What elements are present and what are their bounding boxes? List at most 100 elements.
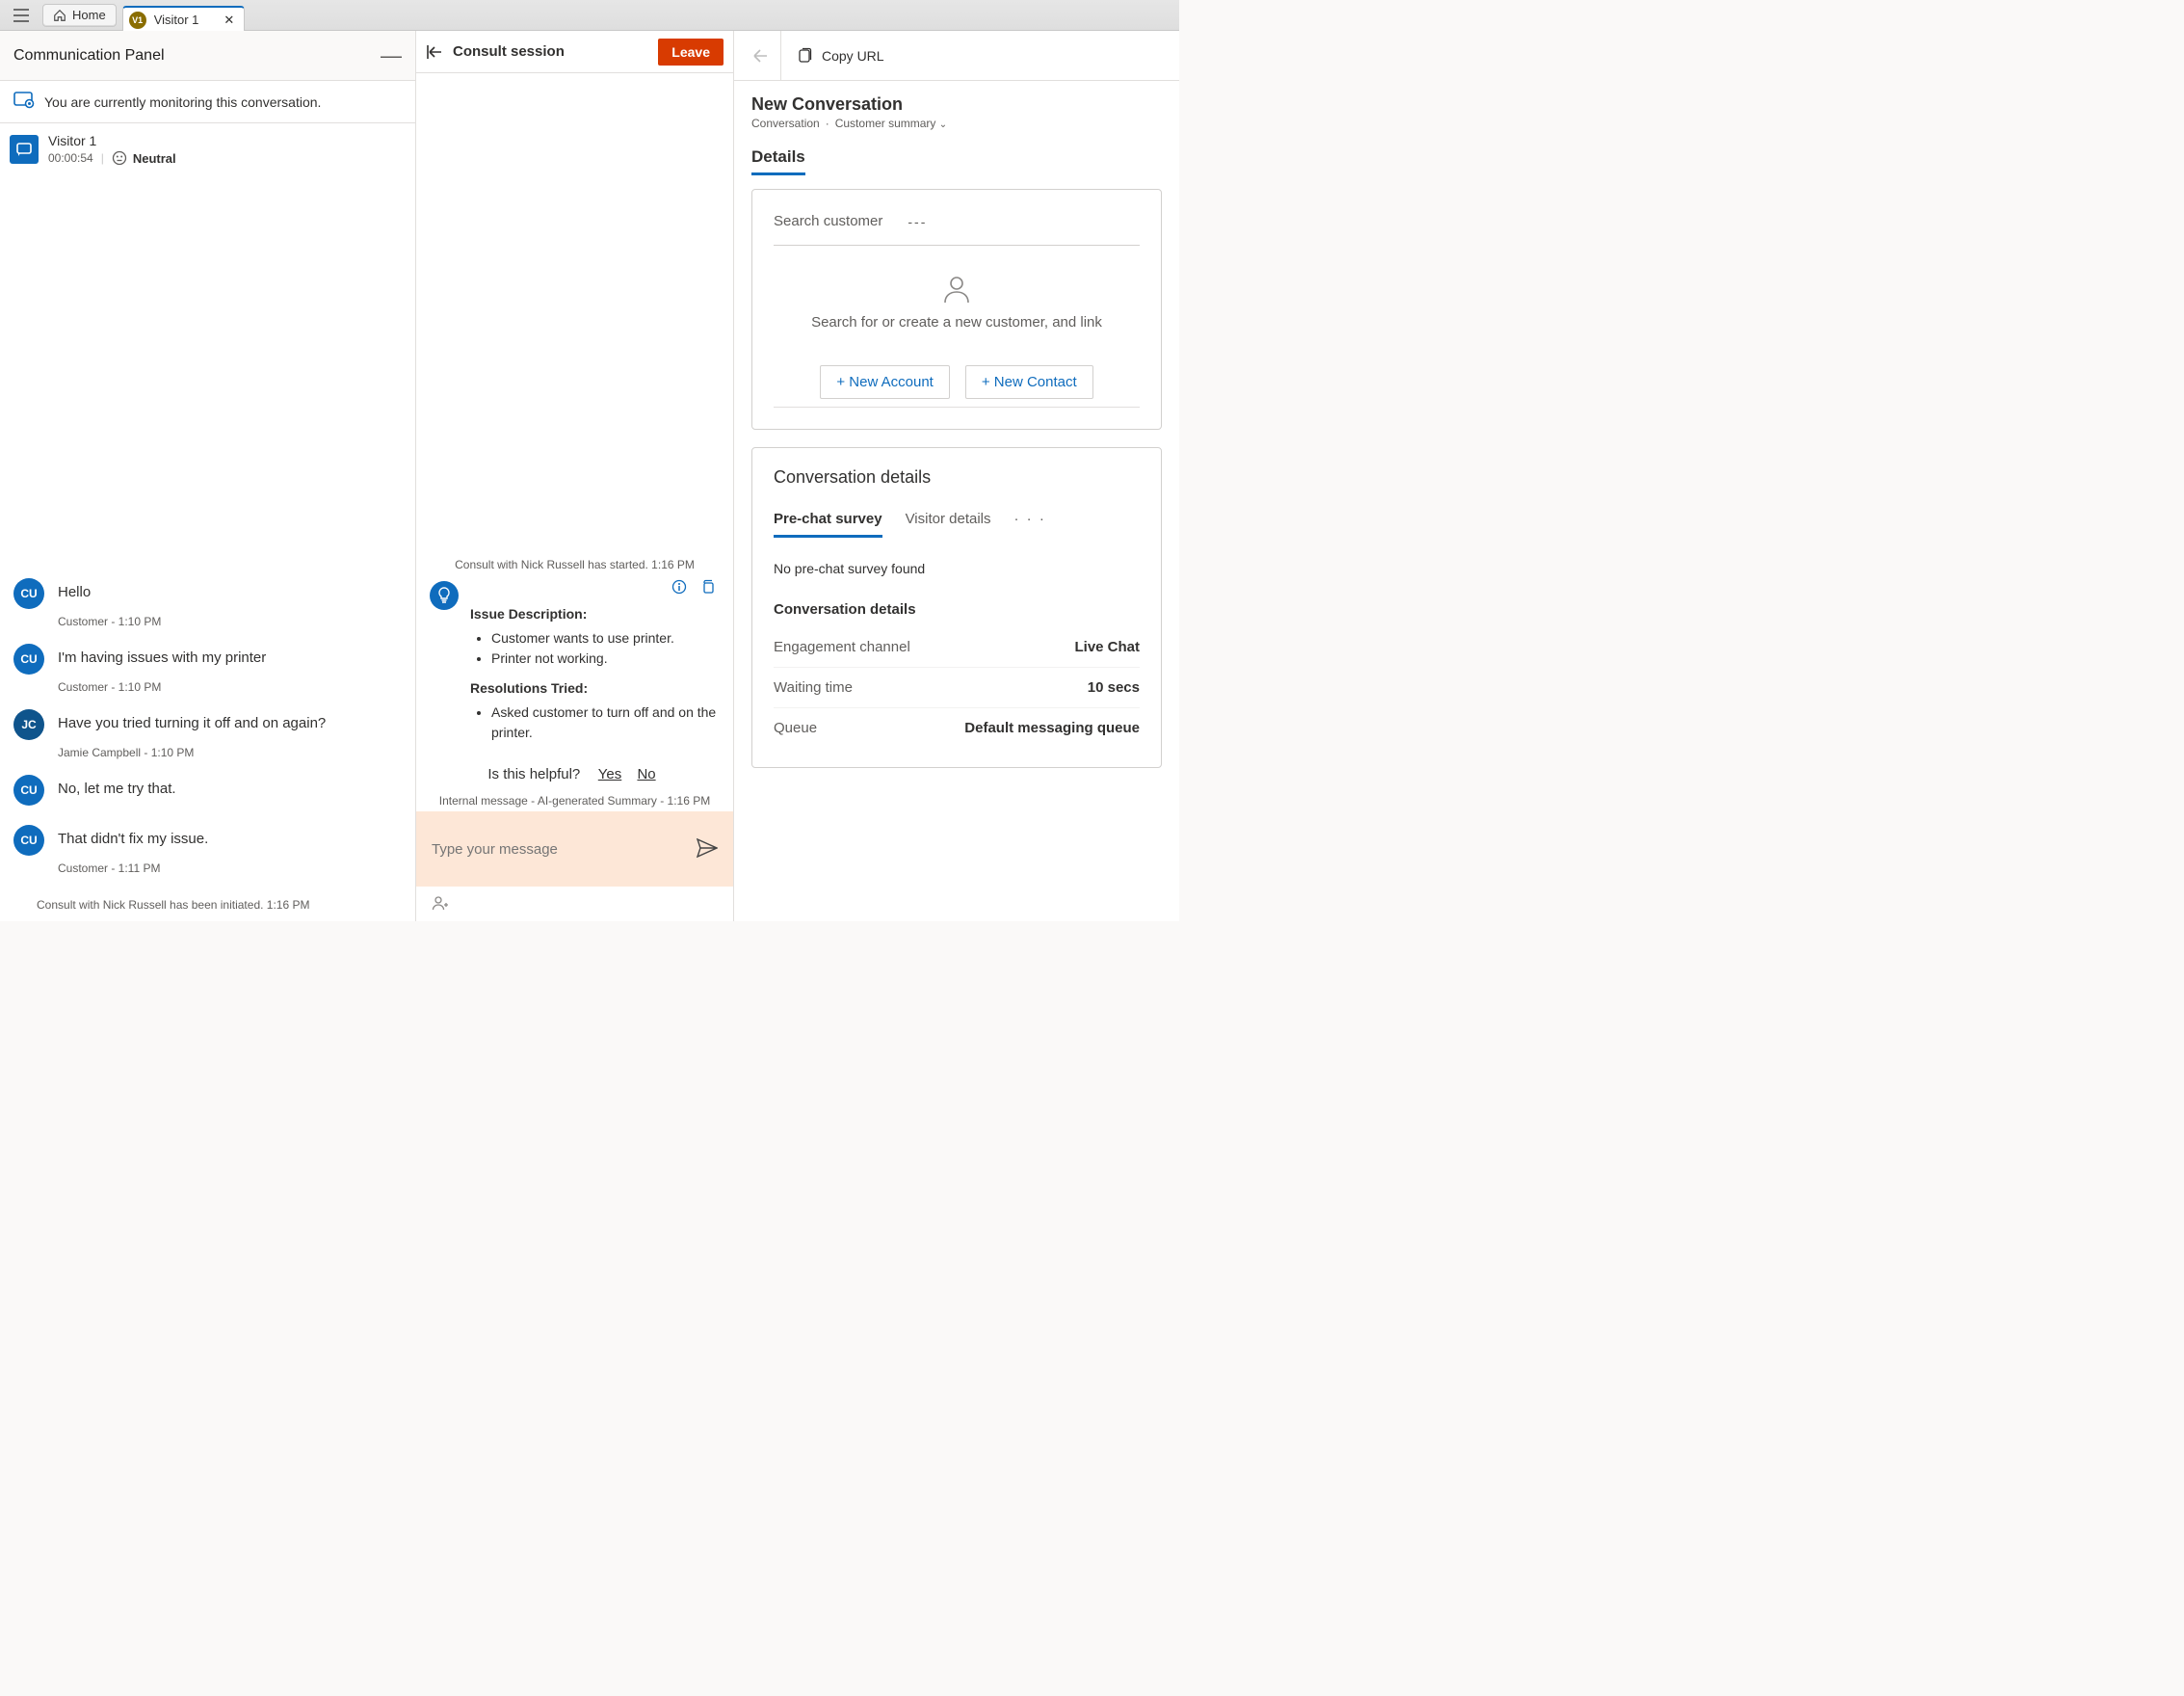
leave-button[interactable]: Leave — [658, 39, 724, 66]
crumb-customer-summary[interactable]: Customer summary ⌄ — [835, 117, 947, 130]
collapse-panel-button[interactable]: — — [381, 43, 402, 68]
send-button[interactable] — [697, 838, 718, 861]
helpful-question: Is this helpful? — [487, 766, 580, 782]
copy-url-icon — [797, 47, 814, 65]
message-text: Hello — [58, 578, 91, 600]
chat-channel-icon — [10, 135, 39, 164]
search-customer-value[interactable]: --- — [908, 214, 927, 229]
no-prechat-survey-text: No pre-chat survey found — [774, 561, 1140, 576]
hamburger-icon — [13, 9, 29, 22]
monitor-icon — [13, 92, 35, 112]
details-tab[interactable]: Details — [751, 147, 805, 175]
info-icon[interactable] — [671, 579, 687, 600]
message-avatar: CU — [13, 578, 44, 609]
sentiment-label: Neutral — [133, 151, 176, 166]
resolutions-list: Asked customer to turn off and on the pr… — [491, 702, 720, 743]
visitor-meta: Visitor 1 00:00:54 | Neutral — [48, 133, 176, 166]
divider: | — [101, 151, 104, 165]
conversation-details-card: Conversation details Pre-chat survey Vis… — [751, 447, 1162, 768]
tab-prechat-survey[interactable]: Pre-chat survey — [774, 511, 882, 538]
message-avatar: CU — [13, 644, 44, 675]
compose-area[interactable] — [416, 811, 733, 887]
helpful-prompt: Is this helpful? Yes No — [416, 766, 733, 782]
session-tab[interactable]: V1 Visitor 1 ✕ — [122, 6, 246, 31]
active-visitor-row[interactable]: Visitor 1 00:00:54 | Neutral — [0, 123, 415, 175]
internal-message-meta: Internal message - AI-generated Summary … — [416, 794, 733, 808]
crumb-conversation: Conversation — [751, 117, 820, 130]
consult-started-note: Consult with Nick Russell has started. 1… — [416, 558, 733, 571]
consult-title: Consult session — [453, 43, 565, 60]
message-text: That didn't fix my issue. — [58, 825, 208, 847]
helpful-yes-link[interactable]: Yes — [598, 766, 621, 782]
back-arrow-icon — [751, 48, 769, 64]
message-text: No, let me try that. — [58, 775, 176, 797]
session-tab-avatar: V1 — [129, 12, 146, 29]
tabs-overflow[interactable]: · · · — [1014, 511, 1046, 538]
consult-back-button[interactable]: Consult session — [426, 43, 565, 60]
chat-message: CU I'm having issues with my printer — [13, 644, 402, 675]
chat-message: JC Have you tried turning it off and on a… — [13, 709, 402, 740]
issue-item: Customer wants to use printer. — [491, 628, 720, 649]
home-icon — [53, 9, 66, 22]
session-tab-close[interactable]: ✕ — [224, 13, 234, 28]
compose-toolbar — [416, 887, 733, 921]
resolution-item: Asked customer to turn off and on the pr… — [491, 702, 720, 743]
copy-url-label: Copy URL — [822, 48, 884, 64]
session-tab-label: Visitor 1 — [154, 13, 199, 27]
chat-message: CU Hello — [13, 578, 402, 609]
app-topbar: Home V1 Visitor 1 ✕ — [0, 0, 1179, 31]
search-customer-label: Search customer — [774, 213, 882, 229]
conversation-title: New Conversation — [751, 94, 1162, 115]
detail-key: Waiting time — [774, 679, 853, 696]
message-meta: Customer - 1:10 PM — [58, 615, 402, 628]
add-person-icon[interactable] — [432, 894, 449, 914]
detail-key: Engagement channel — [774, 639, 910, 655]
conversation-details-tabs: Pre-chat survey Visitor details · · · — [774, 511, 1140, 538]
home-tab-label: Home — [72, 8, 106, 22]
neutral-face-icon — [112, 150, 127, 166]
copy-icon[interactable] — [700, 579, 716, 600]
home-tab[interactable]: Home — [42, 4, 117, 27]
message-avatar: CU — [13, 825, 44, 856]
hamburger-menu-button[interactable] — [6, 4, 37, 27]
tab-visitor-details[interactable]: Visitor details — [906, 511, 991, 538]
back-to-start-icon — [426, 44, 443, 60]
issue-description-title: Issue Description: — [470, 604, 720, 624]
detail-value: Live Chat — [1074, 639, 1140, 655]
issue-description-list: Customer wants to use printer.Printer no… — [491, 628, 720, 669]
conversation-detail-row: Waiting time10 secs — [774, 667, 1140, 707]
message-meta: Jamie Campbell - 1:10 PM — [58, 746, 402, 759]
consult-initiated-note: Consult with Nick Russell has been initi… — [37, 898, 402, 912]
details-panel: Copy URL New Conversation Conversation ·… — [734, 31, 1179, 921]
copy-url-button[interactable]: Copy URL — [797, 47, 884, 65]
chat-transcript[interactable]: CU Hello Customer - 1:10 PM CU I'm having is… — [0, 175, 415, 921]
person-icon — [774, 275, 1140, 306]
message-meta: Customer - 1:11 PM — [58, 861, 402, 875]
communication-panel-title: Communication Panel — [13, 47, 165, 65]
breadcrumb: Conversation · Customer summary ⌄ — [751, 117, 1162, 130]
message-input[interactable] — [432, 841, 697, 858]
chat-message: CU That didn't fix my issue. — [13, 825, 402, 856]
crumb-sep: · — [826, 117, 829, 130]
detail-value: Default messaging queue — [964, 720, 1140, 736]
chevron-down-icon: ⌄ — [939, 119, 947, 130]
helpful-no-link[interactable]: No — [637, 766, 655, 782]
message-avatar: CU — [13, 775, 44, 806]
resolutions-title: Resolutions Tried: — [470, 678, 720, 699]
issue-item: Printer not working. — [491, 649, 720, 669]
message-text: I'm having issues with my printer — [58, 644, 266, 666]
visitor-timer: 00:00:54 — [48, 151, 93, 165]
message-meta: Customer - 1:10 PM — [58, 680, 402, 694]
details-back-button[interactable] — [751, 31, 781, 80]
new-contact-button[interactable]: + New Contact — [965, 365, 1093, 399]
detail-key: Queue — [774, 720, 817, 736]
visitor-name: Visitor 1 — [48, 133, 176, 148]
new-account-button[interactable]: + New Account — [820, 365, 949, 399]
conversation-details-subheader: Conversation details — [774, 601, 1140, 618]
monitoring-text: You are currently monitoring this conver… — [44, 94, 321, 110]
message-text: Have you tried turning it off and on aga… — [58, 709, 326, 731]
ai-summary-block: Issue Description: Customer wants to use… — [416, 573, 733, 753]
message-avatar: JC — [13, 709, 44, 740]
monitoring-banner: You are currently monitoring this conver… — [0, 81, 415, 123]
chat-message: CU No, let me try that. — [13, 775, 402, 806]
